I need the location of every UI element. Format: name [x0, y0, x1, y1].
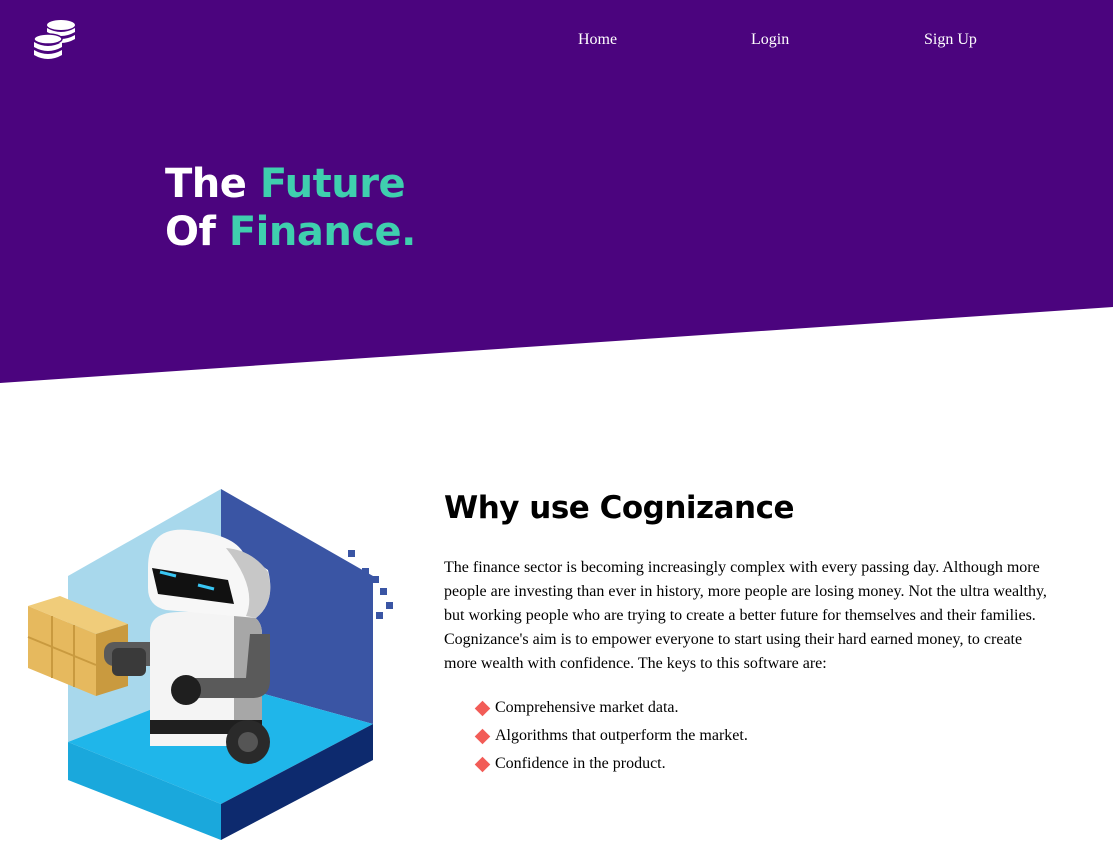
hero-line1-plain: The: [165, 161, 260, 207]
main-nav: Home Login Sign Up: [0, 30, 1113, 54]
list-item-label: Comprehensive market data.: [495, 699, 679, 716]
list-item: Algorithms that outperform the market.: [474, 722, 1064, 750]
hero-headline: The Future Of Finance.: [165, 160, 416, 256]
nav-home-link[interactable]: Home: [578, 30, 617, 50]
hero-line2-accent: Finance.: [228, 209, 417, 255]
diamond-bullet-icon: [474, 756, 491, 773]
nav-login-link[interactable]: Login: [751, 30, 789, 50]
list-item-label: Algorithms that outperform the market.: [495, 727, 748, 744]
hero-line2-plain: Of: [165, 209, 229, 255]
hero-line1-accent: Future: [259, 161, 406, 207]
list-item: Confidence in the product.: [474, 750, 1064, 778]
list-item-label: Confidence in the product.: [495, 755, 666, 772]
nav-signup-link[interactable]: Sign Up: [924, 30, 977, 50]
why-section: Why use Cognizance The finance sector is…: [444, 486, 1064, 778]
diamond-bullet-icon: [474, 700, 491, 717]
robot-illustration: [27, 489, 393, 840]
list-item: Comprehensive market data.: [474, 694, 1064, 722]
why-title: Why use Cognizance: [444, 490, 794, 526]
keys-list: Comprehensive market data. Algorithms th…: [444, 694, 1064, 778]
diamond-bullet-icon: [474, 728, 491, 745]
why-body-text: The finance sector is becoming increasin…: [444, 559, 1047, 672]
